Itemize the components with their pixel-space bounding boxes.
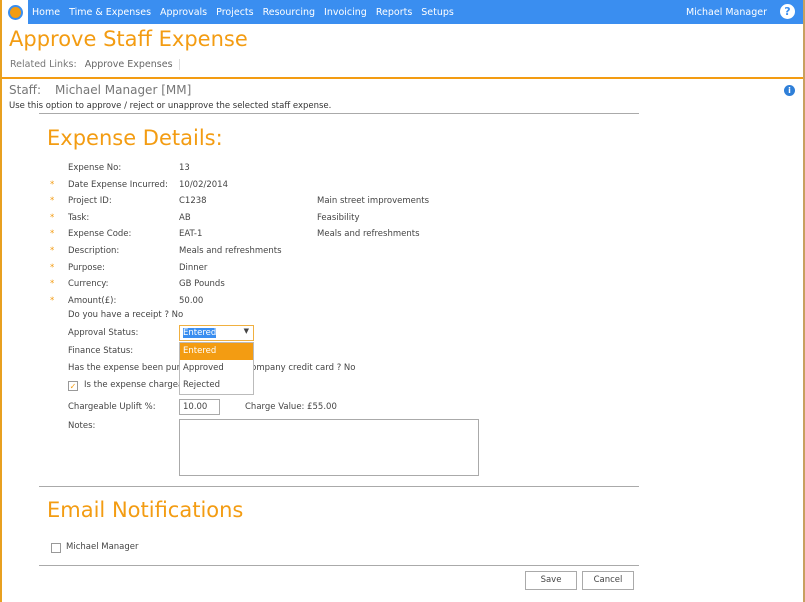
field-value: 50.00 — [179, 295, 204, 306]
field-value: Meals and refreshments — [179, 246, 282, 256]
field-row: * Currency: GB Pounds — [50, 279, 650, 291]
field-label: Purpose: — [68, 262, 105, 273]
field-value: 10/02/2014 — [179, 179, 228, 190]
field-extra: Meals and refreshments — [317, 229, 420, 240]
field-row: * Amount(£): 50.00 — [50, 296, 650, 308]
required-marker: * — [50, 229, 55, 240]
credit-card-row: Has the expense been purchased using a c… — [50, 363, 650, 375]
uplift-input[interactable]: 10.00 — [179, 399, 220, 415]
charge-value: Charge Value: £55.00 — [245, 402, 337, 412]
required-marker: * — [50, 295, 55, 306]
field-value: GB Pounds — [179, 279, 225, 290]
field-label: Expense No: — [68, 163, 122, 173]
field-extra: Main street improvements — [317, 196, 430, 207]
email-recipient-label: Michael Manager — [66, 542, 139, 552]
field-label: Description: — [68, 246, 120, 256]
field-value: EAT-1 — [179, 229, 203, 240]
staff-name: Michael Manager [MM] — [55, 83, 192, 97]
field-label: Task: — [68, 212, 90, 223]
email-notifications-heading: Email Notifications — [47, 498, 244, 522]
field-row: * Task: AB Feasibility — [50, 213, 650, 225]
required-marker: * — [50, 212, 55, 223]
notes-label: Notes: — [68, 421, 96, 431]
page-description: Use this option to approve / reject or u… — [9, 101, 332, 111]
uplift-label: Chargeable Uplift %: — [68, 402, 156, 412]
main-menu: Home Time & Expenses Approvals Projects … — [32, 7, 454, 18]
option-rejected[interactable]: Rejected — [180, 377, 253, 394]
expense-details-heading: Expense Details: — [47, 126, 223, 150]
approval-status-dropdown: Entered Approved Rejected — [179, 342, 254, 395]
field-value: Dinner — [179, 262, 208, 273]
required-marker: * — [50, 262, 55, 273]
field-row: * Date Expense Incurred: 10/02/2014 — [50, 180, 650, 192]
cancel-button[interactable]: Cancel — [582, 571, 634, 590]
user-menu[interactable]: Michael Manager — [686, 7, 767, 18]
option-approved[interactable]: Approved — [180, 360, 253, 377]
top-nav: Home Time & Expenses Approvals Projects … — [2, 0, 803, 24]
related-links-label: Related Links: — [10, 59, 77, 70]
page-title: Approve Staff Expense — [9, 27, 248, 51]
related-links: Related Links: Approve Expenses — [10, 59, 180, 70]
required-marker: * — [50, 246, 55, 256]
uplift-row: Chargeable Uplift %: Charge Value: £55.00 — [50, 402, 650, 414]
finance-status-row: Finance Status: — [50, 346, 650, 358]
nav-approvals[interactable]: Approvals — [160, 7, 207, 18]
receipt-row: Do you have a receipt ? No — [50, 310, 650, 322]
nav-home[interactable]: Home — [32, 7, 60, 18]
staff-header: Staff: Michael Manager [MM] — [9, 83, 191, 97]
field-value: AB — [179, 212, 191, 223]
staff-label: Staff: — [9, 83, 41, 97]
nav-invoicing[interactable]: Invoicing — [324, 7, 367, 18]
finance-status-label: Finance Status: — [68, 346, 134, 356]
approval-status-label: Approval Status: — [68, 328, 139, 338]
help-icon[interactable]: ? — [780, 4, 795, 19]
divider — [39, 565, 639, 566]
notes-textarea[interactable] — [179, 419, 479, 476]
field-label: Currency: — [68, 279, 109, 290]
field-value: C1238 — [179, 196, 207, 207]
required-marker: * — [50, 279, 55, 290]
field-row: Expense No: 13 — [50, 163, 650, 175]
field-label: Expense Code: — [68, 229, 132, 240]
chargeable-row: Is the expense chargeable? — [50, 380, 650, 392]
approval-status-value: Entered — [183, 328, 217, 338]
approve-expenses-link[interactable]: Approve Expenses — [84, 59, 180, 70]
field-row: * Expense Code: EAT-1 Meals and refreshment… — [50, 229, 650, 241]
approval-status-select[interactable]: Entered ▼ — [179, 325, 254, 341]
divider — [39, 113, 639, 114]
nav-resourcing[interactable]: Resourcing — [263, 7, 315, 18]
email-recipient-row: Michael Manager — [66, 542, 666, 554]
info-icon[interactable]: i — [784, 85, 795, 96]
required-marker: * — [50, 179, 55, 190]
field-row: * Purpose: Dinner — [50, 263, 650, 275]
email-recipient-checkbox[interactable] — [51, 543, 61, 553]
nav-projects[interactable]: Projects — [216, 7, 253, 18]
field-label: Project ID: — [68, 196, 112, 207]
field-row: * Description: Meals and refreshments — [50, 246, 650, 258]
receipt-text: Do you have a receipt ? No — [68, 310, 184, 320]
nav-reports[interactable]: Reports — [376, 7, 412, 18]
chevron-down-icon: ▼ — [243, 327, 249, 335]
field-extra: Feasibility — [317, 212, 360, 223]
divider — [2, 77, 803, 79]
divider — [39, 486, 639, 487]
app-logo-icon[interactable] — [2, 0, 28, 24]
approval-status-row: Approval Status: — [50, 328, 650, 340]
save-button[interactable]: Save — [525, 571, 577, 590]
option-entered[interactable]: Entered — [180, 343, 253, 360]
nav-setups[interactable]: Setups — [421, 7, 454, 18]
field-row: * Project ID: C1238 Main street improvement… — [50, 196, 650, 208]
nav-time-expenses[interactable]: Time & Expenses — [69, 7, 151, 18]
field-label: Date Expense Incurred: — [68, 179, 168, 190]
required-marker: * — [50, 196, 55, 207]
field-value: 13 — [179, 163, 190, 173]
field-label: Amount(£): — [68, 295, 117, 306]
